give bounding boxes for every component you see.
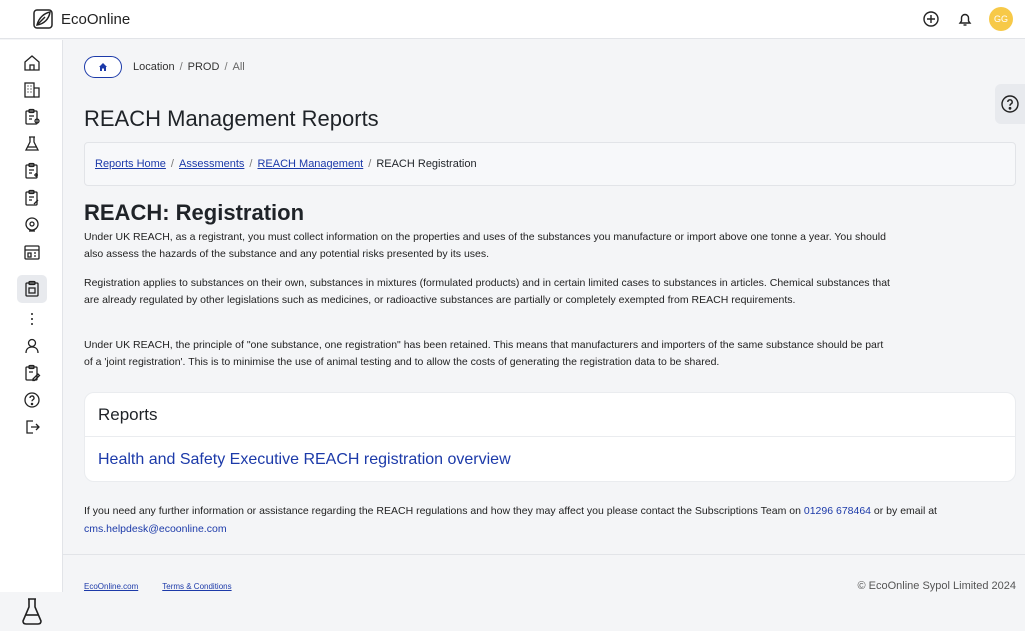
breadcrumb-reach-management[interactable]: REACH Management bbox=[257, 158, 363, 170]
reports-heading: Reports bbox=[85, 393, 1015, 437]
home-icon[interactable] bbox=[20, 52, 44, 74]
breadcrumb-current: REACH Registration bbox=[376, 158, 477, 170]
reports-card: Reports Health and Safety Executive REAC… bbox=[84, 392, 1016, 482]
flask-icon bbox=[20, 596, 44, 626]
paragraph-intro: Under UK REACH, as a registrant, you mus… bbox=[84, 231, 886, 260]
add-circle-icon[interactable] bbox=[921, 9, 941, 29]
leaf-logo-icon bbox=[33, 9, 53, 29]
clipboard-active-icon[interactable] bbox=[17, 275, 47, 303]
location-breadcrumb: Location / PROD / All bbox=[84, 56, 245, 78]
footer-ecoonline-link[interactable]: EcoOnline.com bbox=[84, 582, 138, 591]
breadcrumb-assessments[interactable]: Assessments bbox=[179, 158, 244, 170]
logout-icon[interactable] bbox=[20, 416, 44, 438]
hse-report-link[interactable]: Health and Safety Executive REACH regist… bbox=[85, 437, 1015, 482]
email-link[interactable]: cms.helpdesk@ecoonline.com bbox=[84, 523, 227, 535]
top-bar: EcoOnline GG bbox=[0, 0, 1025, 39]
breadcrumb-reports-home[interactable]: Reports Home bbox=[95, 158, 166, 170]
breadcrumb: Reports Home / Assessments / REACH Manag… bbox=[84, 142, 1016, 186]
contact-prefix: If you need any further information or a… bbox=[84, 505, 804, 517]
help-tab[interactable] bbox=[995, 84, 1025, 124]
scope-label[interactable]: All bbox=[233, 61, 245, 73]
calendar-icon[interactable] bbox=[20, 241, 44, 263]
sidebar bbox=[0, 40, 63, 625]
section-title: REACH: Registration bbox=[84, 200, 305, 225]
clipboard-person-icon[interactable] bbox=[20, 106, 44, 128]
help-icon[interactable] bbox=[20, 389, 44, 411]
clipboard-edit-icon[interactable] bbox=[20, 187, 44, 209]
location-pin-icon[interactable] bbox=[20, 214, 44, 236]
footer-terms-link[interactable]: Terms & Conditions bbox=[162, 582, 231, 591]
flask-icon[interactable] bbox=[20, 133, 44, 155]
location-label[interactable]: Location bbox=[133, 61, 175, 73]
copyright: © EcoOnline Sypol Limited 2024 bbox=[857, 580, 1016, 592]
env-label[interactable]: PROD bbox=[188, 61, 220, 73]
user-icon[interactable] bbox=[20, 335, 44, 357]
main-content: Location / PROD / All REACH Management R… bbox=[63, 40, 1025, 592]
page-title: REACH Management Reports bbox=[84, 106, 379, 131]
paragraph-principle: Under UK REACH, the principle of "one su… bbox=[84, 339, 884, 368]
building-icon[interactable] bbox=[20, 79, 44, 101]
clipboard-add-icon[interactable] bbox=[20, 160, 44, 182]
home-icon bbox=[99, 63, 107, 71]
bell-icon[interactable] bbox=[955, 9, 975, 29]
edit-document-icon[interactable] bbox=[20, 362, 44, 384]
more-vertical-icon[interactable] bbox=[20, 308, 44, 330]
home-button[interactable] bbox=[84, 56, 122, 78]
phone-link[interactable]: 01296 678464 bbox=[804, 505, 871, 517]
user-avatar[interactable]: GG bbox=[989, 7, 1013, 31]
paragraph-scope: Registration applies to substances on th… bbox=[84, 277, 890, 306]
help-icon bbox=[1001, 95, 1019, 113]
brand-name: EcoOnline bbox=[61, 10, 131, 28]
brand-logo[interactable]: EcoOnline bbox=[31, 7, 130, 31]
footer: EcoOnline.com Terms & Conditions © EcoOn… bbox=[84, 580, 1016, 592]
contact-text: If you need any further information or a… bbox=[84, 502, 1019, 538]
footer-divider bbox=[63, 554, 1025, 555]
contact-mid: or by email at bbox=[871, 505, 937, 517]
